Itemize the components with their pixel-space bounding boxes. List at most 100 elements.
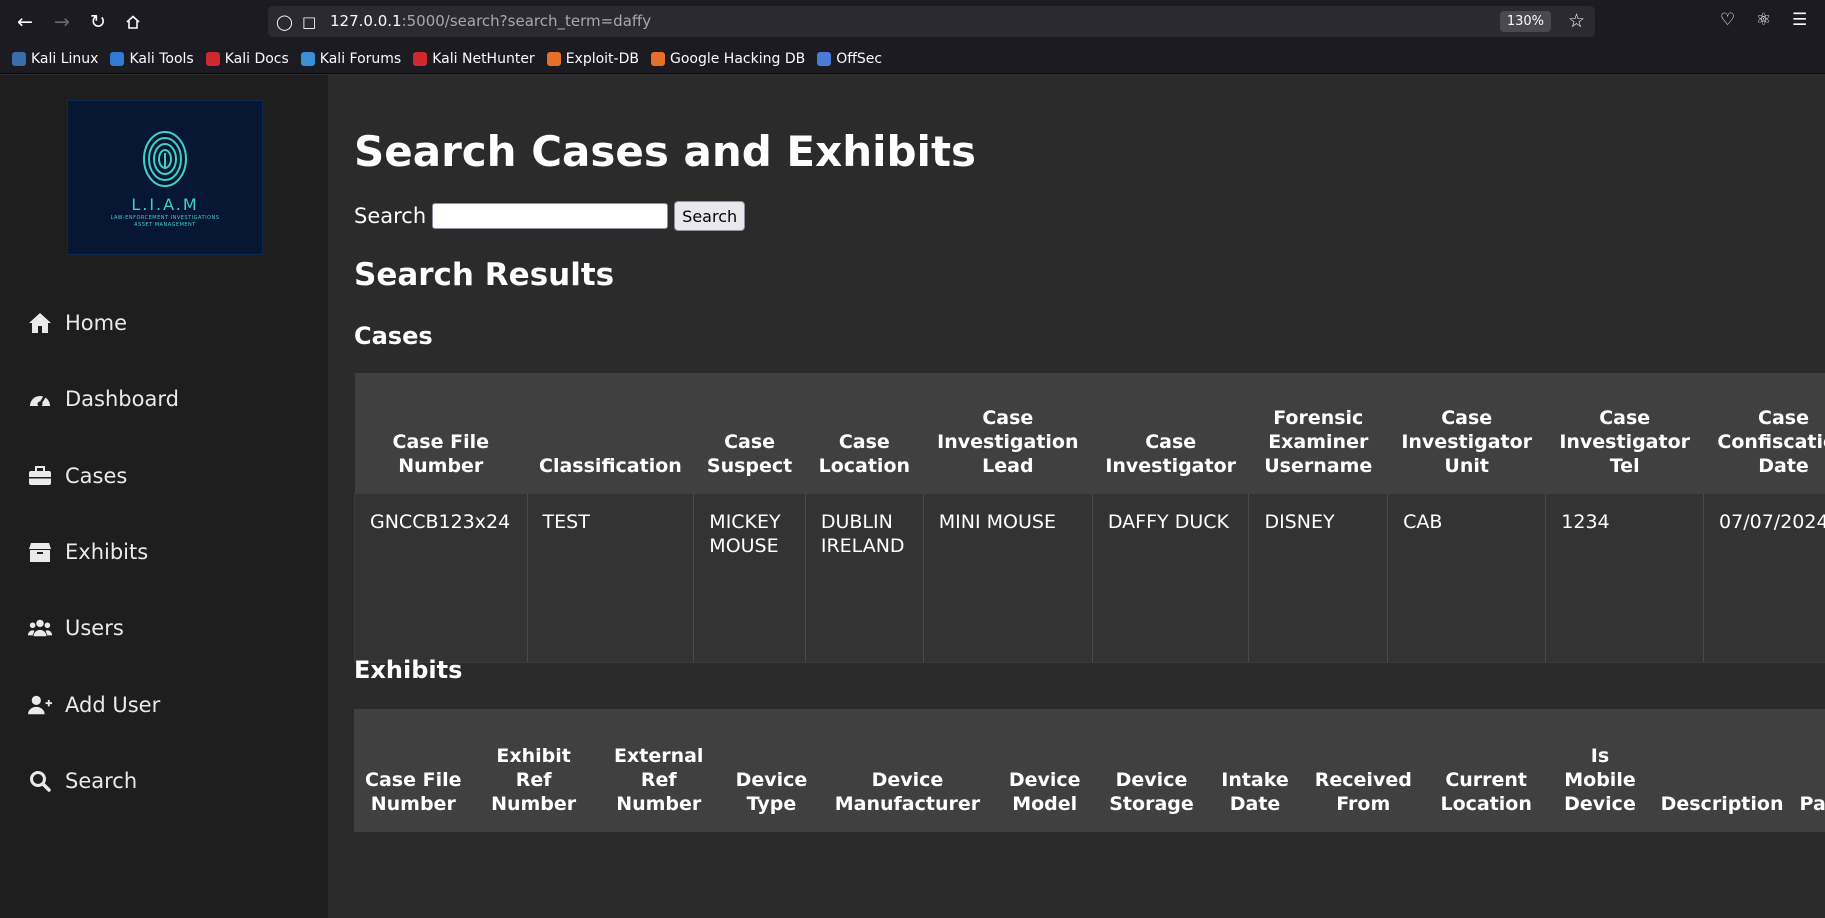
shield-icon[interactable]: ◯ — [276, 13, 293, 31]
column-header: Case Confiscation Date — [1703, 373, 1825, 494]
bookmark-item[interactable]: Kali NetHunter — [413, 50, 535, 67]
search-form: Search Search — [354, 201, 746, 231]
bookmark-favicon-icon — [413, 51, 428, 66]
column-header: Exhibit Ref Number — [472, 709, 595, 832]
sidebar-item-add-user[interactable]: Add User — [28, 690, 160, 720]
menu-icon[interactable]: ☰ — [1792, 10, 1807, 30]
bookmark-label: Google Hacking DB — [669, 50, 806, 67]
results-heading: Search Results — [354, 257, 615, 293]
table-cell: TEST — [527, 494, 695, 663]
sidebar: L.I.A.M LAW-ENFORCEMENT INVESTIGATIONS A… — [0, 75, 328, 918]
search-input[interactable] — [432, 203, 669, 229]
url-text[interactable]: 127.0.0.1:5000/search?search_term=daffy — [330, 12, 651, 30]
reload-icon[interactable]: ↻ — [85, 9, 111, 35]
bookmark-favicon-icon — [300, 51, 315, 66]
dashboard-icon — [28, 387, 52, 411]
zoom-level[interactable]: 130% — [1499, 11, 1551, 32]
bookmark-star-icon[interactable]: ☆ — [1568, 10, 1585, 32]
cases-table: Case File Number Classification Case Suspe… — [354, 373, 1825, 663]
back-icon[interactable]: ← — [12, 9, 38, 35]
bookmark-item[interactable]: Exploit-DB — [546, 50, 639, 67]
column-header: Case Suspect — [693, 373, 806, 494]
url-bar[interactable]: ◯ □ 127.0.0.1:5000/search?search_term=da… — [268, 6, 1595, 37]
bookmark-label: Kali Tools — [129, 50, 194, 67]
table-cell: CAB — [1387, 494, 1547, 663]
column-header: Case Investigator — [1092, 373, 1249, 494]
bookmark-favicon-icon — [546, 51, 561, 66]
table-cell: GNCCB123x24 — [354, 494, 528, 663]
page-icon: □ — [302, 13, 317, 31]
table-cell: DISNEY — [1248, 494, 1389, 663]
cases-heading: Cases — [354, 322, 433, 350]
column-header: Intake Date — [1208, 709, 1302, 832]
sidebar-item-search[interactable]: Search — [28, 766, 137, 796]
bookmark-favicon-icon — [650, 51, 665, 66]
table-header-row: Case File Number Classification Case Suspe… — [354, 373, 1825, 494]
bookmark-label: Kali Docs — [224, 50, 289, 67]
sidebar-item-label: Add User — [65, 693, 161, 717]
column-header: Case File Number — [354, 373, 528, 494]
table-cell: MICKEY MOUSE — [693, 494, 806, 663]
search-icon — [28, 769, 52, 793]
column-header: Case Investigator Tel — [1545, 373, 1704, 494]
column-header: Forensic Examiner Username — [1248, 373, 1388, 494]
bookmark-label: Kali Linux — [31, 50, 99, 67]
bookmark-item[interactable]: OffSec — [817, 51, 882, 67]
column-header: Case Investigator Unit — [1387, 373, 1546, 494]
column-header: Is Mobile Device — [1547, 709, 1653, 832]
home-icon — [28, 311, 52, 335]
column-header: Classification — [527, 373, 694, 494]
column-header: Received From — [1301, 709, 1425, 832]
bookmark-item[interactable]: Kali Docs — [205, 50, 289, 67]
pocket-icon[interactable]: ♡ — [1720, 10, 1735, 30]
sidebar-item-label: Home — [65, 311, 128, 335]
bookmark-favicon-icon — [110, 51, 125, 66]
exhibits-heading: Exhibits — [354, 656, 463, 684]
column-header: Device Manufacturer — [820, 709, 995, 832]
forward-icon[interactable]: → — [49, 9, 75, 35]
briefcase-icon — [28, 464, 52, 488]
main-content: Search Cases and Exhibits Search Search … — [328, 75, 1825, 918]
column-header: Passw — [1791, 709, 1825, 832]
column-header: Current Location — [1424, 709, 1548, 832]
sidebar-item-home[interactable]: Home — [28, 308, 127, 338]
bookmark-label: Exploit-DB — [565, 50, 639, 67]
bookmark-item[interactable]: Kali Linux — [12, 51, 98, 67]
users-icon — [28, 616, 52, 640]
column-header: Description — [1652, 709, 1792, 832]
column-header: Device Storage — [1094, 709, 1209, 832]
home-browser-icon[interactable] — [120, 9, 146, 35]
sidebar-item-exhibits[interactable]: Exhibits — [28, 537, 148, 567]
page-title: Search Cases and Exhibits — [354, 127, 977, 176]
liam-logo: L.I.A.M LAW-ENFORCEMENT INVESTIGATIONS A… — [67, 100, 263, 255]
column-header: External Ref Number — [594, 709, 723, 832]
bookmark-label: Kali Forums — [319, 50, 402, 67]
sidebar-item-label: Dashboard — [65, 387, 179, 411]
sidebar-item-label: Exhibits — [65, 540, 149, 564]
search-button[interactable]: Search — [674, 201, 746, 231]
exhibits-table: Case File Number Exhibit Ref Number Extern… — [354, 709, 1825, 832]
table-cell: MINI MOUSE — [923, 494, 1093, 663]
table-cell: 07/07/2024 — [1703, 494, 1825, 663]
box-icon — [28, 540, 52, 564]
bookmark-item[interactable]: Kali Tools — [110, 50, 194, 67]
sidebar-item-cases[interactable]: Cases — [28, 461, 127, 491]
sidebar-item-label: Users — [65, 616, 124, 640]
table-row: GNCCB123x24 TEST MICKEY MOUSE DUBLIN IRELAN… — [354, 494, 1825, 663]
extensions-icon[interactable]: ⚛ — [1756, 10, 1771, 30]
bookmark-favicon-icon — [205, 51, 220, 66]
sidebar-item-dashboard[interactable]: Dashboard — [28, 384, 179, 414]
sidebar-item-users[interactable]: Users — [28, 613, 124, 643]
bookmark-label: Kali NetHunter — [432, 50, 535, 67]
bookmark-item[interactable]: Google Hacking DB — [650, 50, 806, 67]
table-cell: DAFFY DUCK — [1092, 494, 1250, 663]
browser-toolbar: ← → ↻ ◯ □ 127.0.0.1:5000/search?search_t… — [0, 0, 1825, 45]
table-header-row: Case File Number Exhibit Ref Number Extern… — [354, 709, 1825, 832]
bookmark-label: OffSec — [836, 50, 883, 67]
table-cell: DUBLIN IRELAND — [805, 494, 924, 663]
column-header: Device Model — [994, 709, 1095, 832]
table-cell: 1234 — [1545, 494, 1705, 663]
logo-subtitle: LAW-ENFORCEMENT INVESTIGATIONS ASSET MAN… — [110, 215, 220, 228]
bookmark-favicon-icon — [817, 51, 832, 66]
bookmark-item[interactable]: Kali Forums — [300, 50, 402, 67]
